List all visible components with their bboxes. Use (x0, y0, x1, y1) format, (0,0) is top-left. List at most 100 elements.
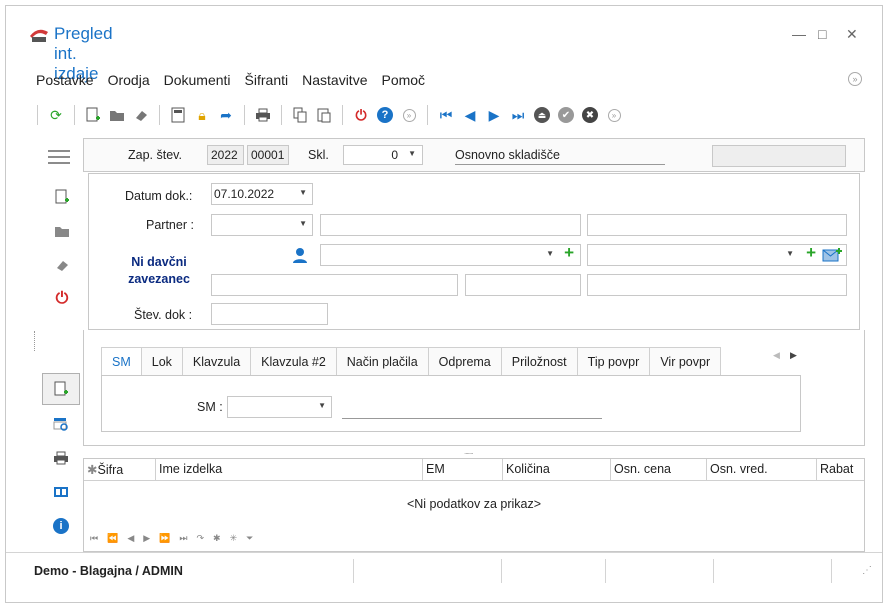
add-icon[interactable]: + (806, 243, 816, 263)
nav-prev-icon[interactable]: ◀ (127, 533, 134, 544)
nav-next-page-icon[interactable]: ⏩ (159, 533, 170, 544)
power-icon[interactable]: ⏻ (352, 106, 370, 124)
tab-klavzula[interactable]: Klavzula (181, 347, 252, 375)
search-table-icon[interactable] (50, 413, 72, 435)
paste-icon[interactable] (315, 106, 333, 124)
help-icon[interactable]: ? (376, 106, 394, 124)
postal-field[interactable] (465, 274, 581, 296)
address-line-field[interactable] (211, 274, 458, 296)
previous-record-icon[interactable]: ◀ (461, 106, 479, 124)
folder-icon[interactable] (108, 106, 126, 124)
datum-field[interactable]: 07.10.2022 ▼ (211, 183, 313, 205)
column-ime-izdelka[interactable]: Ime izdelka (156, 459, 423, 480)
minimize-button[interactable]: — (792, 26, 806, 42)
tab-odprema[interactable]: Odprema (427, 347, 502, 375)
tab-priloznost[interactable]: Priložnost (500, 347, 578, 375)
menu-nastavitve[interactable]: Nastavitve (300, 72, 369, 88)
nav-first-icon[interactable]: ⏮ (90, 533, 98, 544)
document-form: Datum dok.: 07.10.2022 ▼ Partner : ▼ Ni … (88, 173, 860, 330)
menu-orodja[interactable]: Orodja (106, 72, 152, 88)
status-field (712, 145, 846, 167)
davcni-notice: Ni davčni zavezanec (128, 255, 190, 286)
nav-last-icon[interactable]: ⏭ (179, 533, 187, 544)
first-record-icon[interactable]: ⏮ (437, 106, 455, 124)
sm-select[interactable]: ▼ (227, 396, 332, 418)
new-document-icon[interactable] (51, 186, 73, 208)
grid-navigator: ⏮ ⏪ ◀ ▶ ⏩ ⏭ ↷ ✱ ✳ ⏷ (90, 533, 253, 544)
splitter-grip[interactable] (34, 331, 36, 351)
add-icon[interactable]: + (564, 243, 574, 263)
mail-add-icon[interactable] (822, 247, 842, 266)
tab-tip-povpr[interactable]: Tip povpr (576, 347, 651, 375)
add-item-button[interactable] (42, 373, 80, 405)
menu-bar: Postavke Orodja Dokumenti Šifranti Nasta… (34, 72, 427, 88)
person-icon[interactable] (292, 247, 308, 266)
tab-klavzula-2[interactable]: Klavzula #2 (250, 347, 337, 375)
copy-icon[interactable] (291, 106, 309, 124)
tab-nacin-placila[interactable]: Način plačila (335, 347, 429, 375)
eject-icon[interactable]: ⏏ (533, 106, 551, 124)
skl-select[interactable]: 0 ▼ (343, 145, 423, 165)
tab-bar: SM Lok Klavzula Klavzula #2 Način plačil… (101, 347, 722, 375)
columns-icon[interactable] (50, 481, 72, 503)
partner-name-field[interactable] (320, 214, 581, 236)
power-icon[interactable]: ⏻ (51, 288, 73, 310)
tab-lok[interactable]: Lok (140, 347, 183, 375)
folder-icon[interactable] (51, 220, 73, 242)
nav-insert-icon[interactable]: ✱ (213, 533, 221, 544)
refresh-icon[interactable]: ⟳ (47, 106, 65, 124)
column-rabat[interactable]: Rabat (817, 459, 864, 480)
chevron-down-icon: ▼ (299, 188, 307, 197)
print-icon[interactable] (50, 447, 72, 469)
tab-vir-povpr[interactable]: Vir povpr (649, 347, 722, 375)
calculator-icon[interactable] (169, 106, 187, 124)
menu-sifranti[interactable]: Šifranti (243, 72, 291, 88)
contact-select[interactable]: ▼ + (320, 243, 581, 266)
column-sifra[interactable]: ✱Šifra (84, 459, 156, 480)
confirm-icon[interactable]: ✔ (557, 106, 575, 124)
city-field[interactable] (587, 274, 847, 296)
partner-extra-field[interactable] (587, 214, 847, 236)
last-record-icon[interactable]: ⏭ (509, 106, 527, 124)
forward-arrow-icon[interactable]: ➦ (217, 106, 235, 124)
status-text: Demo - Blagajna / ADMIN (34, 563, 183, 578)
nav-prev-page-icon[interactable]: ⏪ (107, 533, 118, 544)
menu-expand-icon[interactable]: » (848, 72, 862, 86)
partner-select[interactable]: ▼ (211, 214, 313, 236)
nav-filter-icon[interactable]: ⏷ (246, 533, 253, 544)
more-icon[interactable]: » (400, 106, 418, 124)
nav-refresh-icon[interactable]: ↷ (197, 533, 205, 544)
nav-next-icon[interactable]: ▶ (143, 533, 150, 544)
maximize-button[interactable]: □ (818, 26, 826, 42)
tab-scroll-left-icon[interactable]: ◀ (773, 350, 780, 361)
column-em[interactable]: EM (423, 459, 503, 480)
more-icon-2[interactable]: » (605, 106, 623, 124)
menu-postavke[interactable]: Postavke (34, 72, 96, 88)
close-button[interactable]: ✕ (846, 26, 858, 43)
eraser-icon[interactable] (132, 106, 150, 124)
eraser-icon[interactable] (51, 254, 73, 276)
hamburger-menu-icon[interactable] (48, 146, 70, 168)
splitter-grip[interactable]: ....... (464, 447, 474, 456)
stev-dok-field[interactable] (211, 303, 328, 325)
lock-icon[interactable]: 🔒︎ (193, 106, 211, 124)
column-osn-vred[interactable]: Osn. vred. (707, 459, 817, 480)
info-icon[interactable]: i (50, 515, 72, 537)
nav-append-icon[interactable]: ✳ (230, 533, 238, 544)
column-osn-cena[interactable]: Osn. cena (611, 459, 707, 480)
resize-grip-icon[interactable]: ⋰ (832, 565, 872, 576)
address-select[interactable]: ▼ + (587, 243, 847, 266)
column-kolicina[interactable]: Količina (503, 459, 611, 480)
tab-scroll-right-icon[interactable]: ▶ (790, 350, 797, 361)
sm-label: SM : (197, 400, 223, 414)
print-icon[interactable] (254, 106, 272, 124)
column-sifra-label: Šifra (97, 463, 124, 477)
tab-sm[interactable]: SM (101, 347, 142, 375)
new-document-icon[interactable] (84, 106, 102, 124)
next-record-icon[interactable]: ▶ (485, 106, 503, 124)
menu-pomoc[interactable]: Pomoč (379, 72, 427, 88)
separator (159, 105, 160, 125)
menu-dokumenti[interactable]: Dokumenti (162, 72, 233, 88)
cancel-icon[interactable]: ✖ (581, 106, 599, 124)
app-logo-icon (30, 29, 48, 42)
